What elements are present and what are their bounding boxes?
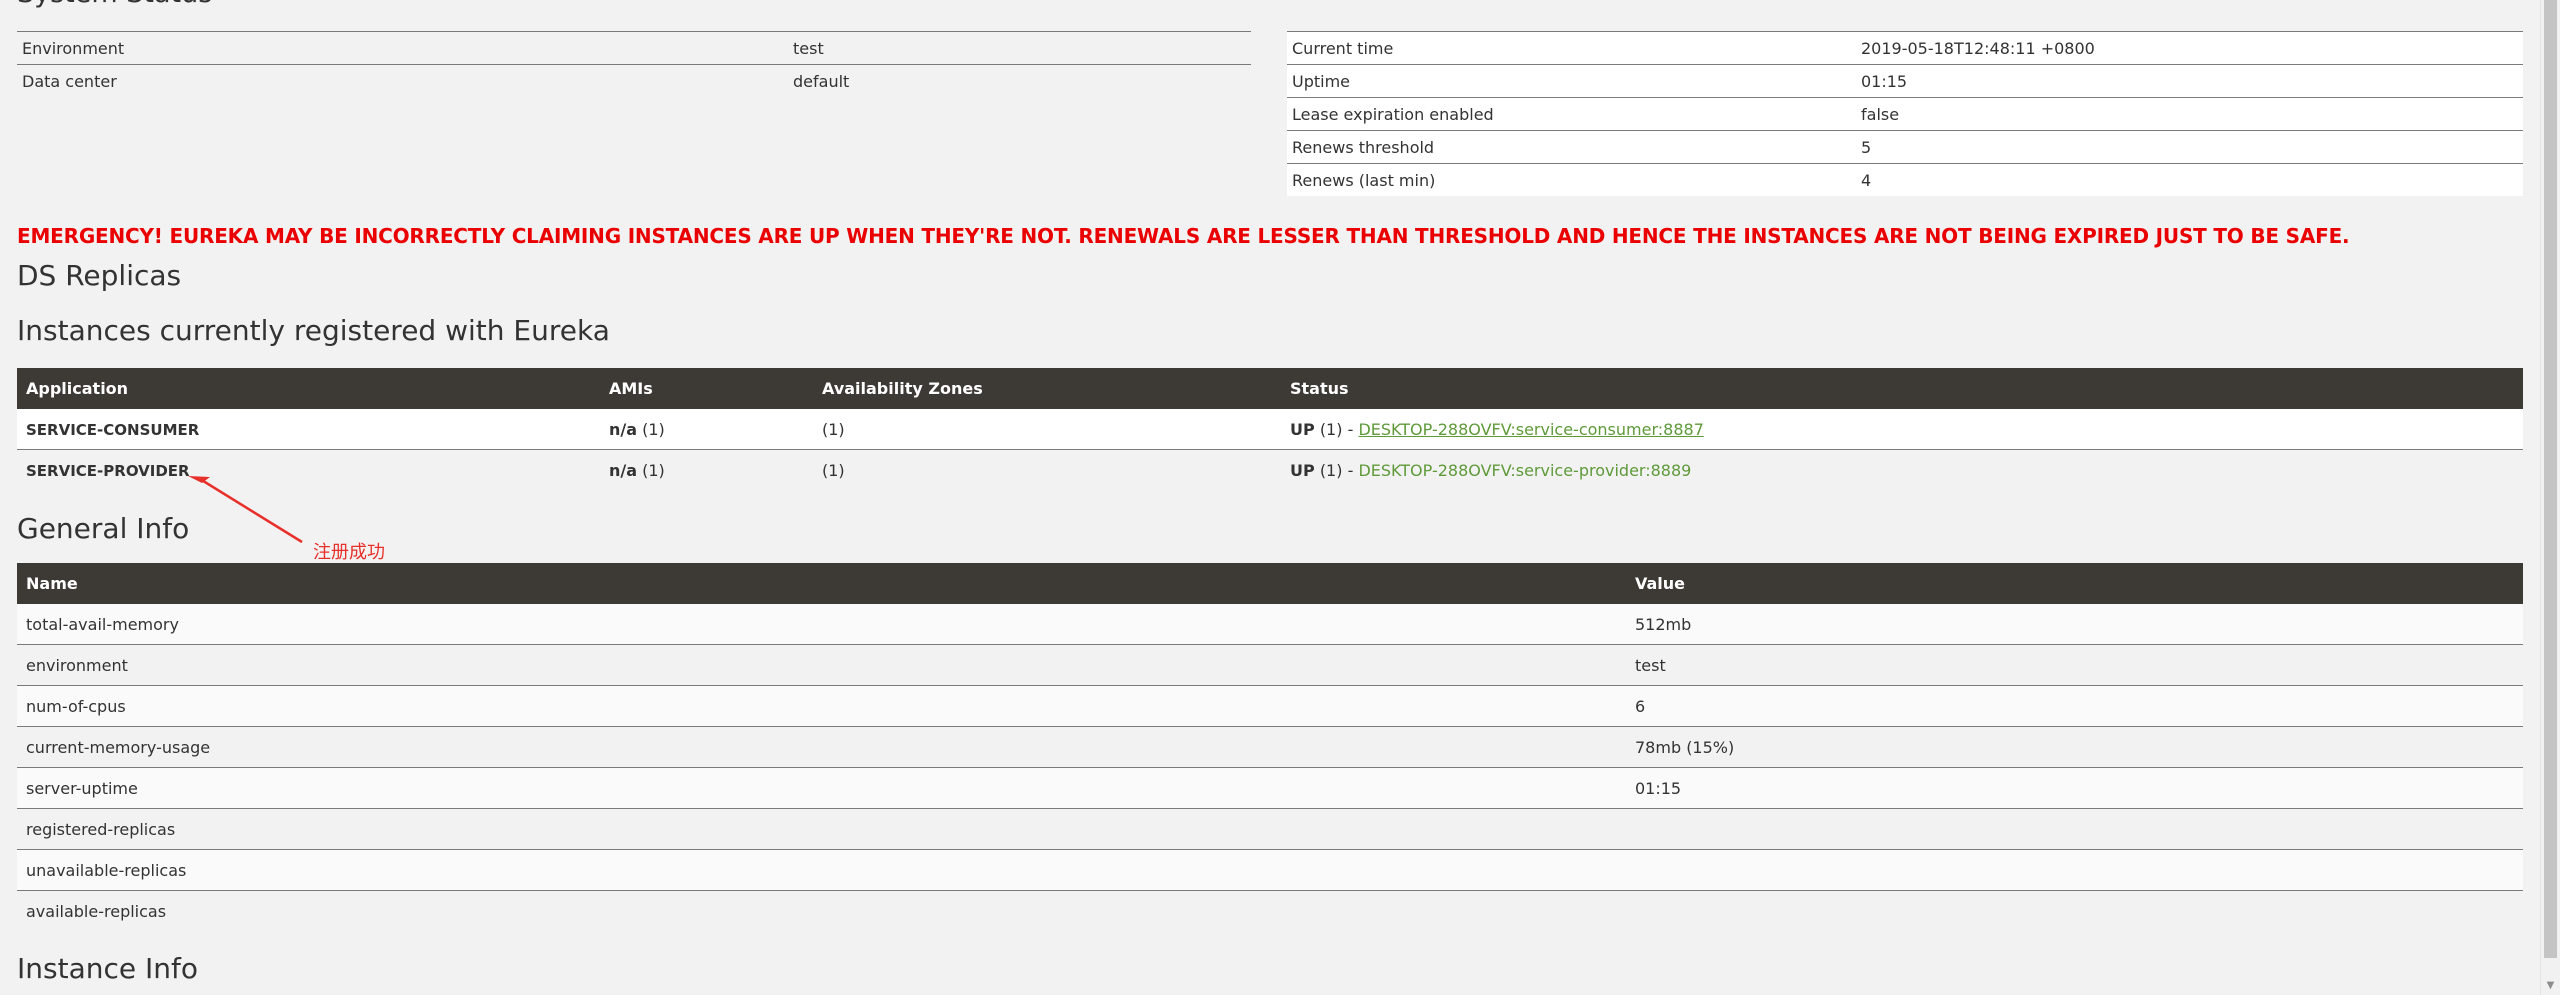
status-cell: UP (1) - DESKTOP-288OVFV:service-provide…	[1281, 450, 2523, 491]
status-up: UP	[1290, 460, 1315, 480]
table-row: total-avail-memory 512mb	[17, 604, 2523, 645]
info-name: num-of-cpus	[17, 685, 1626, 727]
emergency-warning: EMERGENCY! EUREKA MAY BE INCORRECTLY CLA…	[17, 224, 2350, 248]
info-name: server-uptime	[17, 767, 1626, 809]
column-header-application: Application	[26, 379, 129, 398]
system-status-left-table: Environment test Data center default	[17, 31, 1251, 97]
info-name: available-replicas	[26, 901, 167, 921]
scroll-down-icon[interactable]: ▼	[2541, 977, 2560, 995]
application-name: SERVICE-CONSUMER	[26, 420, 200, 439]
info-value: 512mb	[1626, 604, 2523, 645]
instance-info-heading: Instance Info	[17, 952, 198, 985]
info-value: 6	[1626, 685, 2523, 727]
column-header-name: Name	[26, 574, 78, 593]
zones-cell: (1)	[813, 409, 1281, 450]
instances-table: Application AMIs Availability Zones Stat…	[17, 368, 2523, 490]
column-header-status: Status	[1290, 379, 1349, 398]
info-value: test	[1626, 644, 2523, 686]
column-header-availability-zones: Availability Zones	[822, 379, 983, 398]
status-count: (1) -	[1319, 419, 1354, 439]
status-value: test	[788, 31, 1251, 65]
table-row: server-uptime 01:15	[17, 767, 2523, 809]
table-row: current-memory-usage 78mb (15%)	[17, 726, 2523, 768]
general-info-table: Name Value total-avail-memory 512mb envir…	[17, 563, 2523, 931]
instance-link-service-consumer[interactable]: DESKTOP-288OVFV:service-consumer:8887	[1358, 420, 1703, 439]
info-name: total-avail-memory	[17, 604, 1626, 645]
status-value: false	[1856, 97, 2523, 131]
table-header-row: Application AMIs Availability Zones Stat…	[17, 368, 2523, 409]
status-count: (1) -	[1319, 460, 1354, 480]
table-row: Lease expiration enabled false	[1287, 97, 2523, 131]
table-row: Data center default	[17, 64, 1251, 97]
info-name: environment	[17, 644, 1626, 686]
status-key: Uptime	[1287, 64, 1856, 98]
status-key: Current time	[1287, 31, 1856, 65]
info-value	[1626, 808, 2523, 850]
status-key: Environment	[17, 31, 788, 65]
table-row: Environment test	[17, 31, 1251, 65]
status-value: 4	[1856, 163, 2523, 196]
vertical-scrollbar[interactable]: ▲ ▼	[2540, 0, 2560, 995]
table-row: Current time 2019-05-18T12:48:11 +0800	[1287, 31, 2523, 65]
table-row: SERVICE-CONSUMER n/a (1) (1) UP (1) - DE…	[17, 409, 2523, 450]
status-key: Renews (last min)	[1287, 163, 1856, 196]
table-row: available-replicas	[17, 890, 2523, 932]
status-key: Renews threshold	[1287, 130, 1856, 164]
table-row: SERVICE-PROVIDER n/a (1) (1) UP (1) - DE…	[17, 449, 2523, 491]
status-key: Lease expiration enabled	[1287, 97, 1856, 131]
column-header-amis: AMIs	[609, 379, 653, 398]
info-name: current-memory-usage	[17, 726, 1626, 768]
table-row: Renews (last min) 4	[1287, 163, 2523, 196]
ami-cell: n/a (1)	[600, 450, 813, 491]
table-header-row: Name Value	[17, 563, 2523, 604]
info-value	[1626, 891, 2523, 932]
info-value	[1626, 849, 2523, 891]
table-row: environment test	[17, 644, 2523, 686]
table-row: unavailable-replicas	[17, 849, 2523, 891]
status-value: 5	[1856, 130, 2523, 164]
info-name: unavailable-replicas	[17, 849, 1626, 891]
info-value: 78mb (15%)	[1626, 726, 2523, 768]
status-cell: UP (1) - DESKTOP-288OVFV:service-consume…	[1281, 409, 2523, 450]
ami-count: (1)	[642, 460, 665, 480]
zones-cell: (1)	[822, 460, 845, 480]
ami-cell: n/a (1)	[600, 409, 813, 450]
status-value: 01:15	[1856, 64, 2523, 98]
annotation-label: 注册成功	[313, 542, 385, 563]
system-status-heading: System Status	[17, 0, 212, 9]
annotation-arrow-icon	[188, 476, 303, 544]
table-row: registered-replicas	[17, 808, 2523, 850]
ami-count: (1)	[642, 419, 665, 439]
scrollbar-thumb[interactable]	[2544, 0, 2557, 958]
status-key: Data center	[17, 64, 788, 97]
application-cell: SERVICE-CONSUMER	[17, 409, 600, 450]
general-info-heading: General Info	[17, 512, 190, 545]
system-status-right-table: Current time 2019-05-18T12:48:11 +0800 U…	[1287, 31, 2523, 196]
info-name: registered-replicas	[17, 808, 1626, 850]
table-row: num-of-cpus 6	[17, 685, 2523, 727]
ami-value: n/a	[609, 460, 638, 480]
info-value: 01:15	[1626, 767, 2523, 809]
eureka-dashboard: System Status Environment test Data cent…	[0, 0, 2541, 995]
instance-link-service-provider[interactable]: DESKTOP-288OVFV:service-provider:8889	[1358, 461, 1691, 480]
application-name: SERVICE-PROVIDER	[26, 461, 190, 480]
column-header-value: Value	[1635, 574, 1686, 593]
table-row: Uptime 01:15	[1287, 64, 2523, 98]
status-value: 2019-05-18T12:48:11 +0800	[1856, 31, 2523, 65]
instances-heading: Instances currently registered with Eure…	[17, 314, 610, 347]
status-value: default	[788, 64, 1251, 97]
table-row: Renews threshold 5	[1287, 130, 2523, 164]
ds-replicas-heading: DS Replicas	[17, 259, 182, 292]
ami-value: n/a	[609, 419, 638, 439]
status-up: UP	[1290, 419, 1315, 439]
